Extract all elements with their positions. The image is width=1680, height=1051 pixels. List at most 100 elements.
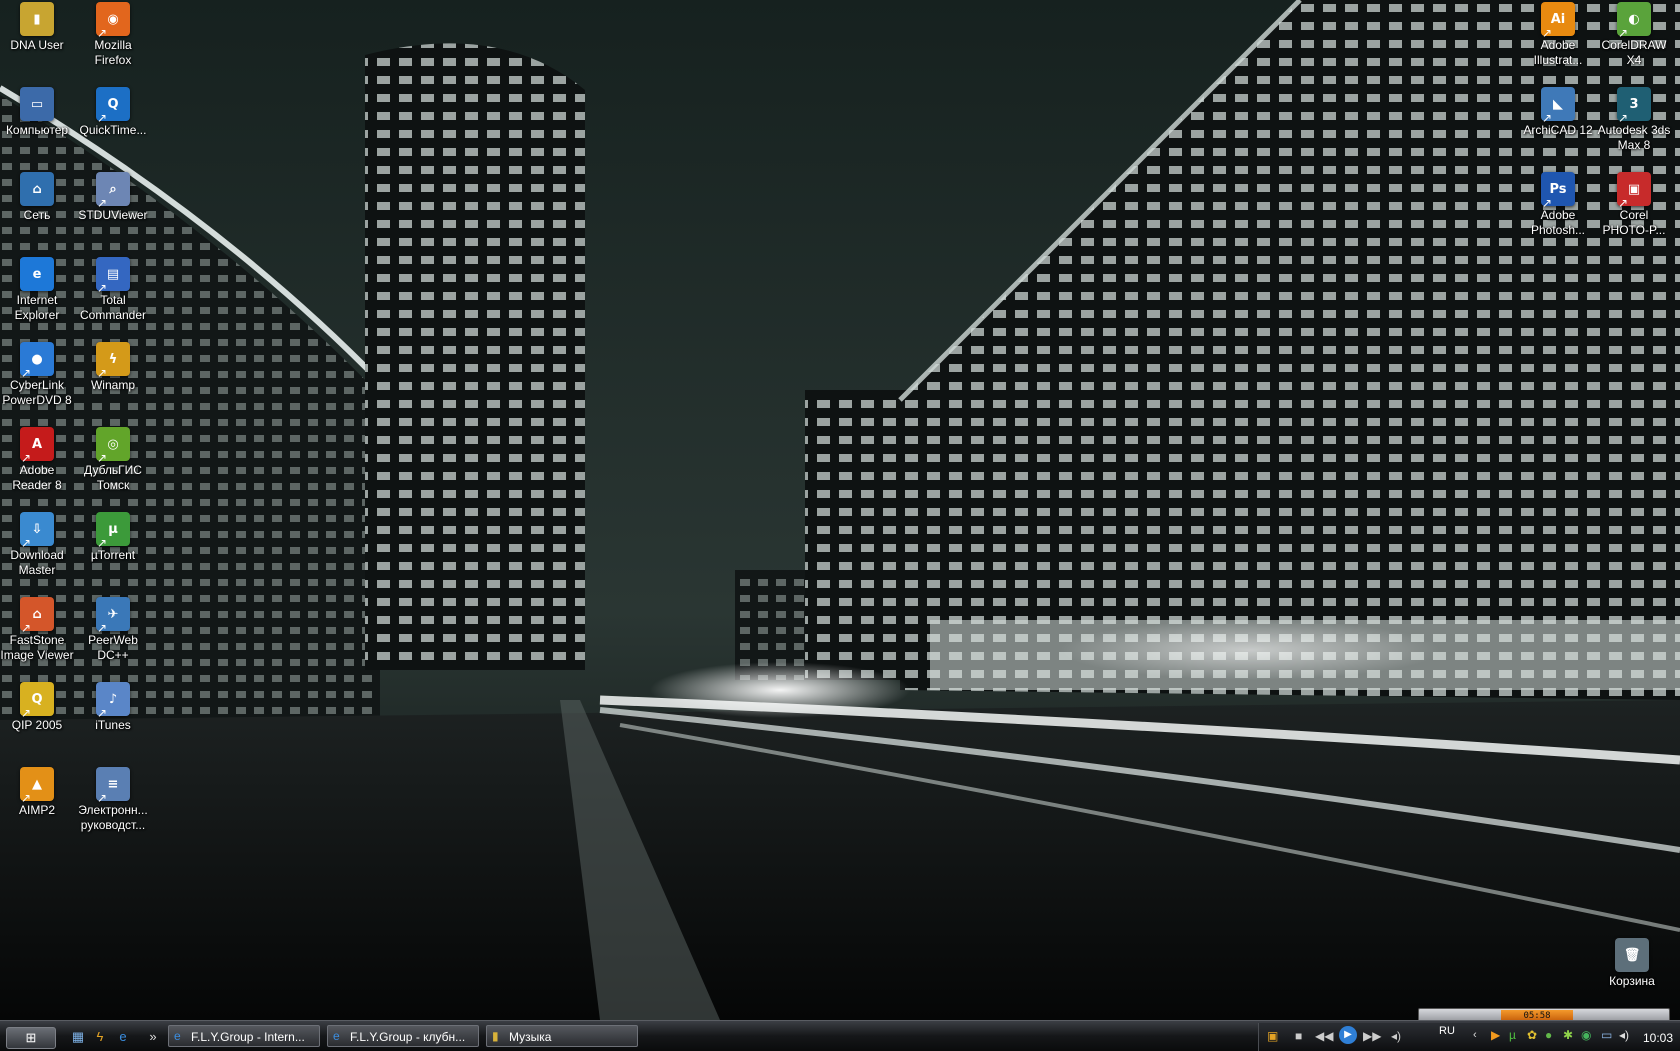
shortcut-arrow-icon: ↗ <box>1618 111 1629 125</box>
faststone-shortcut[interactable]: ⌂ ↗ FastStone Image Viewer <box>0 595 75 663</box>
quicktime-shortcut[interactable]: Q ↗ QuickTime... <box>75 85 151 138</box>
desktop-icon-label: Winamp <box>90 378 135 392</box>
desktop-icon-label: µTorrent <box>90 548 136 562</box>
network-tray-icon[interactable]: ▭ <box>1601 1028 1612 1042</box>
archicad-shortcut[interactable]: ◣ ↗ ArchiCAD 12 <box>1520 85 1596 138</box>
qip-shortcut[interactable]: Q ↗ QIP 2005 <box>0 680 75 733</box>
desktop-icon-label: Adobe Illustrat... <box>1533 38 1583 67</box>
media-player-tray-icon[interactable]: ▣ <box>1267 1029 1278 1043</box>
desktop-icon-label: Adobe Photosh... <box>1530 208 1586 237</box>
taskbar-button-ie-2[interactable]: e F.L.Y.Group - клубн... <box>327 1025 479 1047</box>
shortcut-arrow-icon: ↗ <box>1542 26 1553 40</box>
tray-expand-icon[interactable]: ‹ <box>1473 1029 1477 1041</box>
desktop-icon-label: Autodesk 3ds Max 8 <box>1597 123 1671 152</box>
desktop-icon-label: Компьютер <box>5 123 69 137</box>
corel-photopaint-shortcut[interactable]: ▣ ↗ Corel PHOTO-P... <box>1596 170 1672 238</box>
play-icon[interactable]: ▶ <box>1339 1026 1357 1044</box>
desktop-icon-label: AIMP2 <box>18 803 55 817</box>
computer-shortcut[interactable]: ▭ Компьютер <box>0 85 75 138</box>
windows-logo-icon: ⊞ <box>25 1030 37 1045</box>
shortcut-arrow-icon: ↗ <box>97 281 108 295</box>
shortcut-arrow-icon: ↗ <box>97 791 108 805</box>
shortcut-arrow-icon: ↗ <box>97 111 108 125</box>
download-master-shortcut[interactable]: ⇩ ↗ Download Master <box>0 510 75 578</box>
antivirus-tray-icon[interactable]: ● <box>1545 1028 1552 1042</box>
recycle-bin-icon: 🗑 <box>1615 938 1649 972</box>
desktop-wallpaper <box>0 0 1680 1020</box>
document-shortcut[interactable]: ≡ ↗ Электронн... руководст... <box>75 765 151 833</box>
shortcut-arrow-icon: ↗ <box>97 366 108 380</box>
ie-quicklaunch-icon[interactable]: e <box>115 1029 131 1045</box>
volume-icon[interactable]: ◂) <box>1391 1029 1401 1043</box>
shortcut-arrow-icon: ↗ <box>1618 196 1629 210</box>
total-commander-shortcut[interactable]: ▤ ↗ Total Commander <box>75 255 151 323</box>
desktop-icon-label: CyberLink PowerDVD 8 <box>2 378 72 407</box>
speaker-tray-icon[interactable]: ◂) <box>1619 1028 1629 1042</box>
quicklaunch-overflow-icon[interactable]: » <box>145 1029 161 1045</box>
shortcut-arrow-icon: ↗ <box>21 536 32 550</box>
show-desktop-icon[interactable]: ▦ <box>70 1029 86 1045</box>
qip-tray-icon[interactable]: ✿ <box>1527 1028 1537 1042</box>
folder-shortcut[interactable]: ▮ DNA User <box>0 0 75 53</box>
shortcut-arrow-icon: ↗ <box>21 706 32 720</box>
network-status-tray-icon[interactable]: ◉ <box>1581 1028 1591 1042</box>
dublgis-shortcut[interactable]: ◎ ↗ ДубльГИС Томск <box>75 425 151 493</box>
previous-icon[interactable]: ◀◀ <box>1315 1029 1333 1043</box>
desktop-icon-label: Internet Explorer <box>14 293 60 322</box>
desktop-icon-label: Download Master <box>10 548 64 577</box>
desktop-icon-label: CorelDRAW X4 <box>1601 38 1667 67</box>
language-indicator[interactable]: RU <box>1439 1025 1455 1037</box>
shortcut-arrow-icon: ↗ <box>97 196 108 210</box>
internet-explorer-shortcut[interactable]: e Internet Explorer <box>0 255 75 323</box>
internet-explorer-icon: e <box>174 1029 181 1043</box>
start-button[interactable]: ⊞ <box>6 1027 56 1049</box>
desktop-icon-label: Corel PHOTO-P... <box>1602 208 1666 237</box>
stop-icon[interactable]: ■ <box>1295 1029 1302 1043</box>
utorrent-tray-icon[interactable]: µ <box>1509 1028 1516 1042</box>
desktop-icon-label: Adobe Reader 8 <box>12 463 62 492</box>
shortcut-arrow-icon: ↗ <box>1542 196 1553 210</box>
taskbar-button-music-folder[interactable]: ▮ Музыка <box>486 1025 638 1047</box>
desktop-icon-label: QuickTime... <box>79 123 147 137</box>
taskbar-button-label: F.L.Y.Group - Intern... <box>191 1030 305 1044</box>
coreldraw-shortcut[interactable]: ◐ ↗ CorelDRAW X4 <box>1596 0 1672 68</box>
network-shortcut[interactable]: ⌂ Сеть <box>0 170 75 223</box>
3ds-max-shortcut[interactable]: 3 ↗ Autodesk 3ds Max 8 <box>1596 85 1672 153</box>
next-icon[interactable]: ▶▶ <box>1363 1029 1381 1043</box>
internet-explorer-icon: e <box>20 257 54 291</box>
shortcut-arrow-icon: ↗ <box>97 26 108 40</box>
adobe-reader-shortcut[interactable]: A ↗ Adobe Reader 8 <box>0 425 75 493</box>
folder-icon: ▮ <box>20 2 54 36</box>
desktop-icon-label: FastStone Image Viewer <box>0 633 74 662</box>
illustrator-shortcut[interactable]: Ai ↗ Adobe Illustrat... <box>1520 0 1596 68</box>
shortcut-arrow-icon: ↗ <box>97 536 108 550</box>
shortcut-arrow-icon: ↗ <box>97 451 108 465</box>
shortcut-arrow-icon: ↗ <box>21 451 32 465</box>
winamp-quicklaunch-icon[interactable]: ϟ <box>92 1029 108 1045</box>
shortcut-arrow-icon: ↗ <box>97 621 108 635</box>
clock[interactable]: 10:03 <box>1643 1031 1673 1045</box>
desktop-icon-label: DNA User <box>10 38 64 52</box>
aimp-shortcut[interactable]: ▲ ↗ AIMP2 <box>0 765 75 818</box>
firefox-shortcut[interactable]: ◉ ↗ Mozilla Firefox <box>75 0 151 68</box>
desktop-icon-label: Mozilla Firefox <box>94 38 132 67</box>
itunes-shortcut[interactable]: ♪ ↗ iTunes <box>75 680 151 733</box>
winamp-shortcut[interactable]: ϟ ↗ Winamp <box>75 340 151 393</box>
utorrent-shortcut[interactable]: µ ↗ µTorrent <box>75 510 151 563</box>
taskbar-button-ie-1[interactable]: e F.L.Y.Group - Intern... <box>168 1025 320 1047</box>
shortcut-arrow-icon: ↗ <box>1542 111 1553 125</box>
aimp-tray-icon[interactable]: ▶ <box>1491 1028 1500 1042</box>
stduviewer-shortcut[interactable]: ⌕ ↗ STDUViewer <box>75 170 151 223</box>
desktop-icon-label: STDUViewer <box>78 208 148 222</box>
recycle-bin-shortcut[interactable]: 🗑 Корзина <box>1594 936 1670 989</box>
peerweb-shortcut[interactable]: ✈ ↗ PeerWeb DC++ <box>75 595 151 663</box>
recycle-bin-label: Корзина <box>1609 974 1655 988</box>
shortcut-arrow-icon: ↗ <box>21 366 32 380</box>
photoshop-shortcut[interactable]: Ps ↗ Adobe Photosh... <box>1520 170 1596 238</box>
desktop-icon-label: Total Commander <box>79 293 147 322</box>
desktop-icon-label: iTunes <box>95 718 131 732</box>
network-icon: ⌂ <box>20 172 54 206</box>
shortcut-arrow-icon: ↗ <box>1618 26 1629 40</box>
download-tray-icon[interactable]: ✱ <box>1563 1028 1573 1042</box>
powerdvd-shortcut[interactable]: ● ↗ CyberLink PowerDVD 8 <box>0 340 75 408</box>
